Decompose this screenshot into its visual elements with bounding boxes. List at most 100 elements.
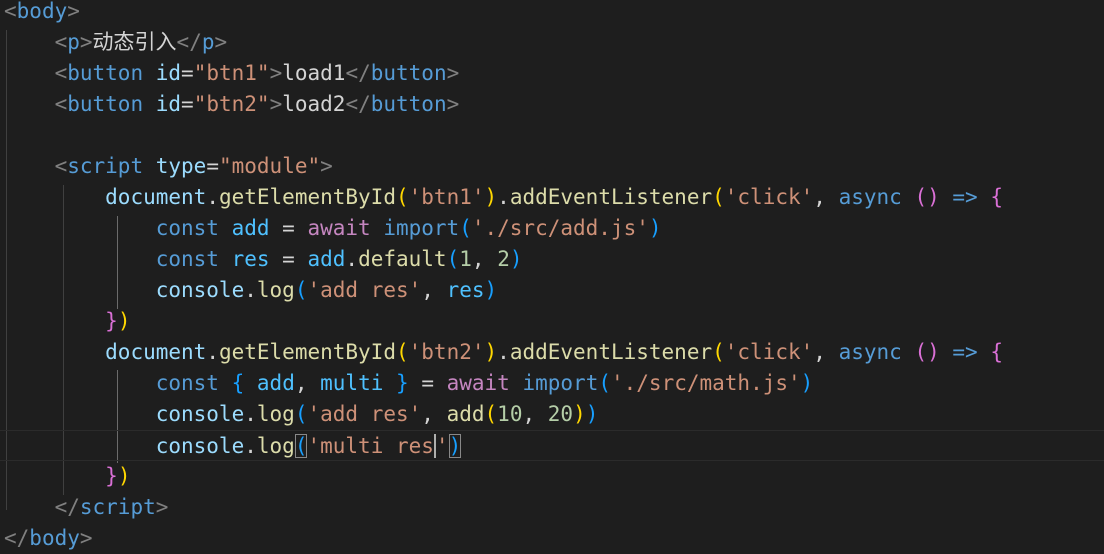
code-line[interactable]: </script> [4,492,169,523]
code-token: . [497,185,510,209]
code-token: console [155,434,245,458]
code-line[interactable]: console.log('add res', add(10, 20)) [4,399,599,430]
code-token: . [244,434,257,458]
code-token: () [914,185,940,209]
code-line[interactable]: document.getElementById('btn1').addEvent… [4,182,1003,213]
code-token: './src/math.js' [611,371,801,395]
code-token: </ [54,495,80,519]
code-token: . [244,402,257,426]
code-token: ) [509,247,523,271]
code-token: > [446,61,460,85]
code-token: ) [648,216,662,240]
code-token: < [54,154,68,178]
code-token: , [471,247,498,271]
code-token: ( [598,371,611,395]
code-token: document [105,185,207,209]
code-token: ( [712,340,725,364]
code-line[interactable]: document.getElementById('btn2').addEvent… [4,337,1003,368]
code-token: 'add res' [307,278,422,302]
code-token: 'multi res [307,434,434,458]
code-line[interactable]: <button id="btn2">load2</button> [4,89,460,120]
code-editor[interactable]: <body> <p>动态引入</p> <button id="btn1">loa… [0,0,1104,550]
code-token: p [67,30,80,54]
code-token: './src/add.js' [471,216,649,240]
code-token: button [370,92,447,116]
code-token: () [914,340,940,364]
code-token: ( [294,278,308,302]
code-token: , [294,371,321,395]
code-token: < [54,61,68,85]
code-line[interactable]: console.log('multi res') [0,430,1104,461]
code-token: const [155,247,219,271]
code-token: "module" [218,154,321,178]
code-token: button [67,92,144,116]
code-token: log [256,434,295,458]
code-line[interactable]: <p>动态引入</p> [4,27,228,58]
code-token: ) [484,278,498,302]
code-token: = [181,61,194,85]
code-token: { [990,340,1004,364]
code-line[interactable]: console.log('add res', res) [4,275,497,306]
code-token: 2 [497,247,510,271]
code-token: import [522,371,599,395]
code-token: = [181,92,194,116]
code-token: ' [435,434,449,458]
code-token: id [155,92,182,116]
code-token: ) [585,402,599,426]
code-line[interactable]: <script type="module"> [4,151,333,182]
code-token: body [29,526,80,550]
code-token: console [155,278,245,302]
code-token: ( [484,402,498,426]
code-token: . [206,185,219,209]
code-token: > [214,30,228,54]
code-token: async [838,185,902,209]
code-line[interactable]: </body> [4,523,93,554]
code-token: } [105,464,118,488]
code-token: 1 [459,247,472,271]
code-token: const [155,216,219,240]
code-token: => [952,185,978,209]
code-token: ( [395,185,409,209]
code-token: ) [800,371,814,395]
code-token: < [4,0,17,23]
code-token: > [67,0,80,23]
code-token: ( [712,185,725,209]
code-token: await [446,371,510,395]
code-line[interactable]: <button id="btn1">load1</button> [4,58,460,89]
code-line[interactable]: }) [4,461,130,492]
code-token: type [155,154,207,178]
code-token: default [358,247,447,271]
code-token: </ [176,30,202,54]
code-token: > [320,154,333,178]
code-token: script [67,154,144,178]
code-token: { [990,185,1004,209]
code-line[interactable]: const add = await import('./src/add.js') [4,213,662,244]
code-token: . [244,278,257,302]
code-line[interactable]: const res = add.default(1, 2) [4,244,523,275]
code-line[interactable]: <body> [4,0,80,27]
code-line[interactable]: const { add, multi } = await import('./s… [4,368,814,399]
code-token: ) [573,402,586,426]
code-line[interactable]: }) [4,306,130,337]
code-token: import [383,216,460,240]
code-token: 'click' [724,340,814,364]
code-token: , [421,402,447,426]
code-token: < [54,30,68,54]
code-token: > [79,526,93,550]
code-token: console [155,402,245,426]
code-token: ( [294,402,308,426]
code-token: ) [484,340,498,364]
